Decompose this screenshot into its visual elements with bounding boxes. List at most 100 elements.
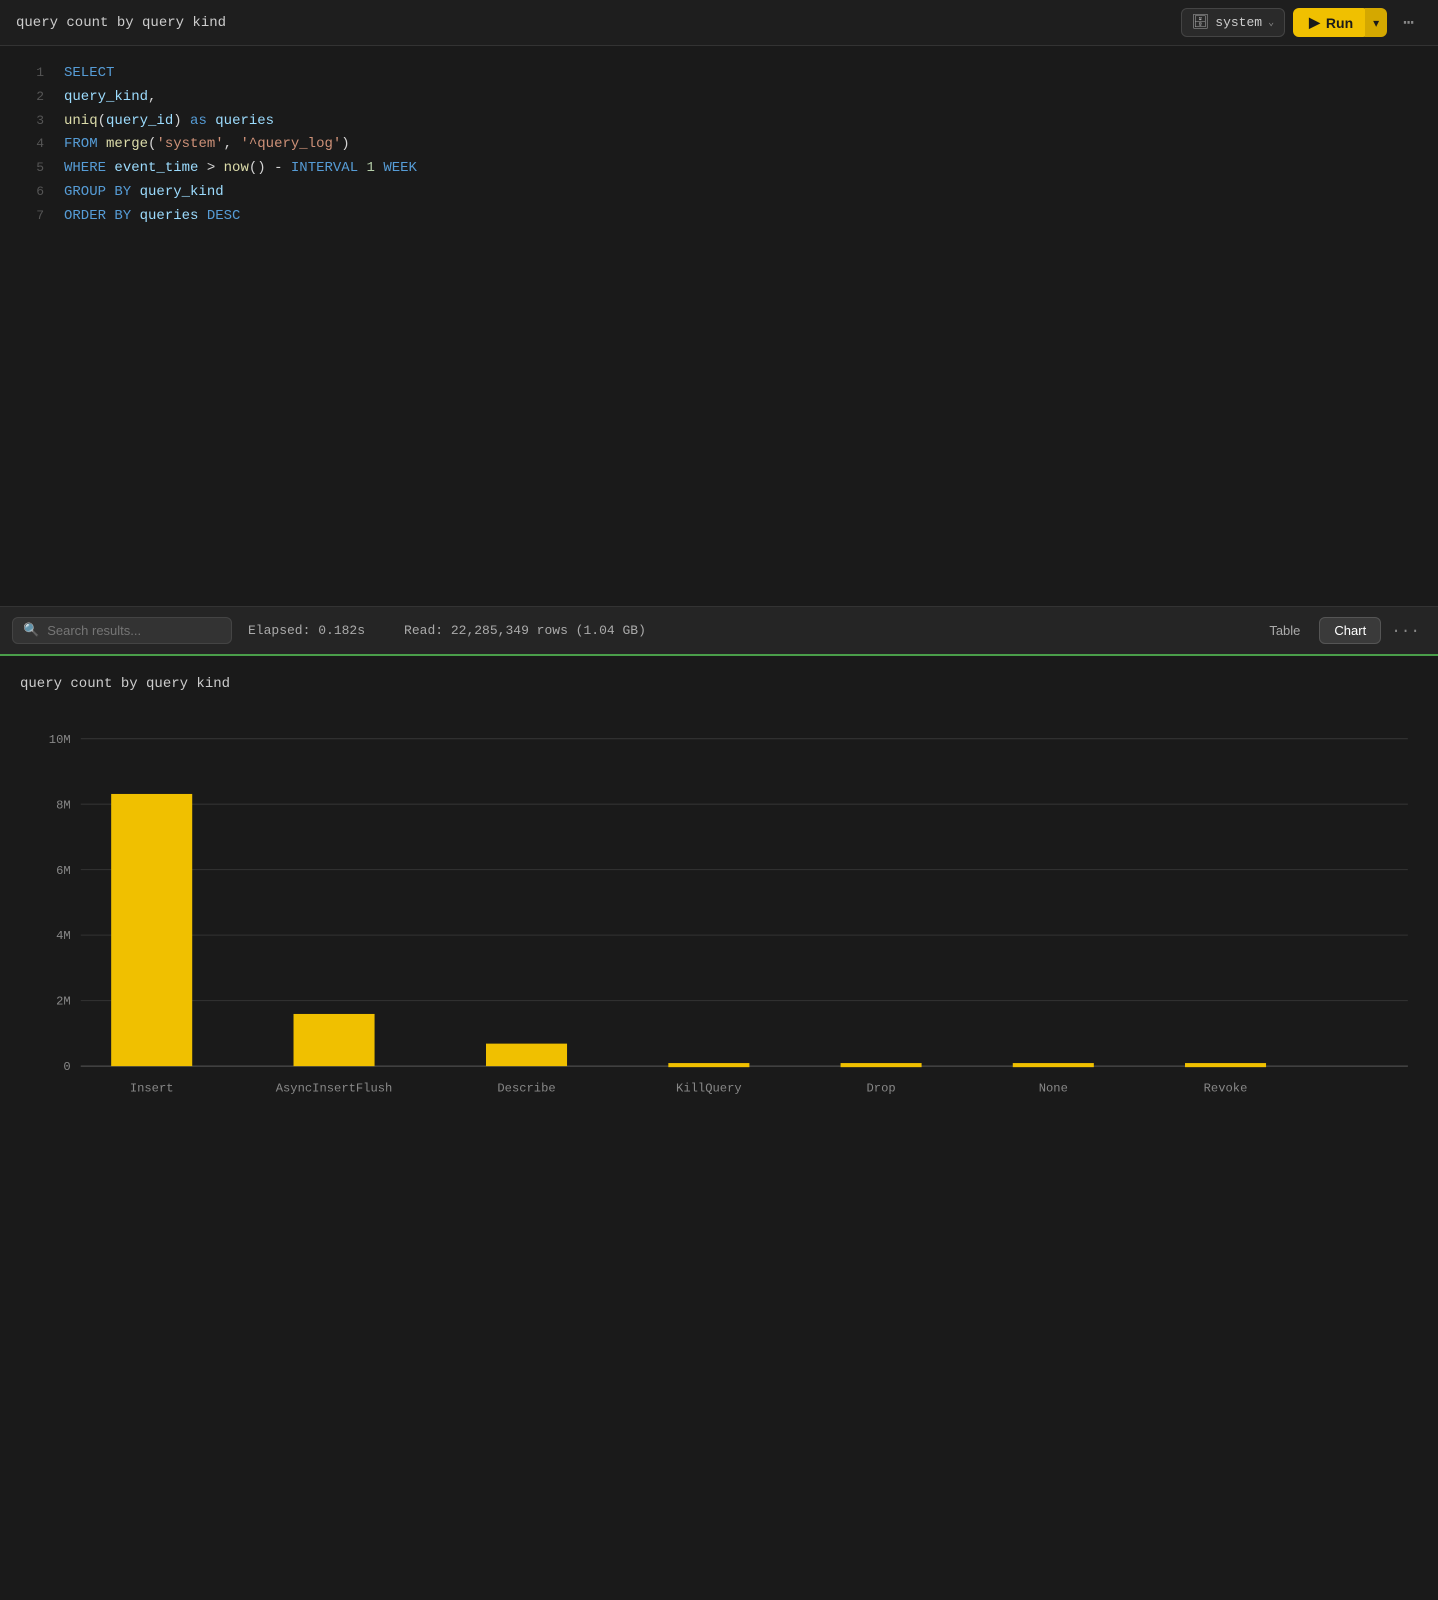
- line-content: GROUP BY query_kind: [64, 181, 224, 205]
- code-token: DESC: [207, 208, 241, 224]
- more-options-dots[interactable]: ···: [1385, 618, 1426, 644]
- line-number: 5: [16, 157, 44, 179]
- header-right: 🗄 system ⌄ ▶ Run ▾ ⋯: [1181, 8, 1423, 38]
- code-token: queries: [215, 113, 274, 129]
- line-content: SELECT: [64, 62, 114, 86]
- svg-text:8M: 8M: [56, 798, 71, 812]
- search-input[interactable]: [47, 623, 207, 638]
- line-number: 1: [16, 62, 44, 84]
- table-view-button[interactable]: Table: [1254, 617, 1315, 644]
- bar-revoke: [1185, 1063, 1266, 1067]
- bar-chart: 10M 8M 6M 4M 2M 0 Insert AsyncInsertFlus…: [20, 708, 1418, 1148]
- line-number: 6: [16, 181, 44, 203]
- code-token: [131, 184, 139, 200]
- more-options-icon[interactable]: ⋯: [1395, 8, 1422, 38]
- code-token: 'system': [156, 136, 223, 152]
- view-toggle: Table Chart ···: [1254, 617, 1426, 644]
- code-token: >: [198, 160, 223, 176]
- line-number: 3: [16, 110, 44, 132]
- run-label: Run: [1326, 15, 1353, 31]
- db-selector[interactable]: 🗄 system ⌄: [1181, 8, 1286, 37]
- chart-container: 10M 8M 6M 4M 2M 0 Insert AsyncInsertFlus…: [20, 708, 1418, 1148]
- code-token: '^query_log': [240, 136, 341, 152]
- svg-text:Describe: Describe: [497, 1082, 555, 1096]
- bar-describe: [486, 1044, 567, 1067]
- line-content: WHERE event_time > now() - INTERVAL 1 WE…: [64, 157, 417, 181]
- read-stat: Read: 22,285,349 rows (1.04 GB): [404, 623, 646, 638]
- bar-insert: [111, 794, 192, 1066]
- editor-line: 6 GROUP BY query_kind: [0, 181, 1438, 205]
- code-token: now: [224, 160, 249, 176]
- svg-text:Insert: Insert: [130, 1082, 174, 1096]
- search-icon: 🔍: [23, 623, 39, 638]
- svg-text:10M: 10M: [49, 733, 71, 747]
- run-button[interactable]: ▶ Run: [1293, 8, 1369, 37]
- code-token: as: [190, 113, 207, 129]
- bar-asyncinsertflush: [294, 1014, 375, 1066]
- code-token: (: [98, 113, 106, 129]
- code-token: ): [341, 136, 349, 152]
- code-token: 1: [367, 160, 375, 176]
- line-content: ORDER BY queries DESC: [64, 205, 240, 229]
- line-number: 4: [16, 133, 44, 155]
- code-token: ): [173, 113, 190, 129]
- chart-area: query count by query kind 10M 8M 6M 4M 2…: [0, 656, 1438, 1158]
- code-token: [98, 136, 106, 152]
- db-selector-label: system: [1215, 15, 1262, 30]
- chart-view-button[interactable]: Chart: [1319, 617, 1381, 644]
- database-icon: 🗄: [1192, 14, 1210, 31]
- bar-none: [1013, 1063, 1094, 1067]
- search-box[interactable]: 🔍: [12, 617, 232, 644]
- code-token: [131, 208, 139, 224]
- editor-line: 1 SELECT: [0, 62, 1438, 86]
- header: query count by query kind 🗄 system ⌄ ▶ R…: [0, 0, 1438, 46]
- svg-text:None: None: [1039, 1082, 1068, 1096]
- bar-killquery: [668, 1063, 749, 1067]
- code-token: GROUP BY: [64, 184, 131, 200]
- code-token: merge: [106, 136, 148, 152]
- sql-editor[interactable]: 1SELECT2 query_kind,3 uniq(query_id) as …: [0, 46, 1438, 606]
- line-content: query_kind,: [64, 86, 156, 110]
- svg-text:KillQuery: KillQuery: [676, 1082, 742, 1096]
- svg-text:0: 0: [63, 1060, 70, 1074]
- editor-line: 3 uniq(query_id) as queries: [0, 110, 1438, 134]
- code-token: [198, 208, 206, 224]
- code-token: query_id: [106, 113, 173, 129]
- editor-line: 7 ORDER BY queries DESC: [0, 205, 1438, 229]
- page-title: query count by query kind: [16, 15, 226, 31]
- svg-text:Drop: Drop: [867, 1082, 896, 1096]
- code-token: event_time: [114, 160, 198, 176]
- run-caret-icon: ▾: [1373, 16, 1379, 30]
- line-number: 2: [16, 86, 44, 108]
- code-token: query_kind: [140, 184, 224, 200]
- chevron-icon: ⌄: [1268, 17, 1274, 29]
- code-token: WEEK: [383, 160, 417, 176]
- svg-text:AsyncInsertFlush: AsyncInsertFlush: [276, 1082, 393, 1096]
- run-button-group: ▶ Run ▾: [1293, 8, 1387, 37]
- line-content: FROM merge('system', '^query_log'): [64, 133, 350, 157]
- code-token: [207, 113, 215, 129]
- code-token: FROM: [64, 136, 98, 152]
- code-token: () -: [249, 160, 291, 176]
- run-caret-button[interactable]: ▾: [1365, 8, 1387, 37]
- code-token: [358, 160, 366, 176]
- code-token: queries: [140, 208, 199, 224]
- editor-line: 2 query_kind,: [0, 86, 1438, 110]
- query-stats: Elapsed: 0.182s Read: 22,285,349 rows (1…: [248, 623, 1238, 638]
- line-content: uniq(query_id) as queries: [64, 110, 274, 134]
- code-token: ,: [148, 89, 156, 105]
- svg-text:2M: 2M: [56, 995, 71, 1009]
- editor-line: 5 WHERE event_time > now() - INTERVAL 1 W…: [0, 157, 1438, 181]
- code-token: WHERE: [64, 160, 106, 176]
- svg-text:6M: 6M: [56, 864, 71, 878]
- bar-drop: [841, 1063, 922, 1067]
- code-token: SELECT: [64, 65, 114, 81]
- code-token: uniq: [64, 113, 98, 129]
- chart-title: query count by query kind: [20, 676, 1418, 692]
- code-token: ,: [224, 136, 241, 152]
- svg-text:Revoke: Revoke: [1204, 1082, 1248, 1096]
- svg-text:4M: 4M: [56, 929, 71, 943]
- results-toolbar: 🔍 Elapsed: 0.182s Read: 22,285,349 rows …: [0, 606, 1438, 656]
- code-token: ORDER BY: [64, 208, 131, 224]
- line-number: 7: [16, 205, 44, 227]
